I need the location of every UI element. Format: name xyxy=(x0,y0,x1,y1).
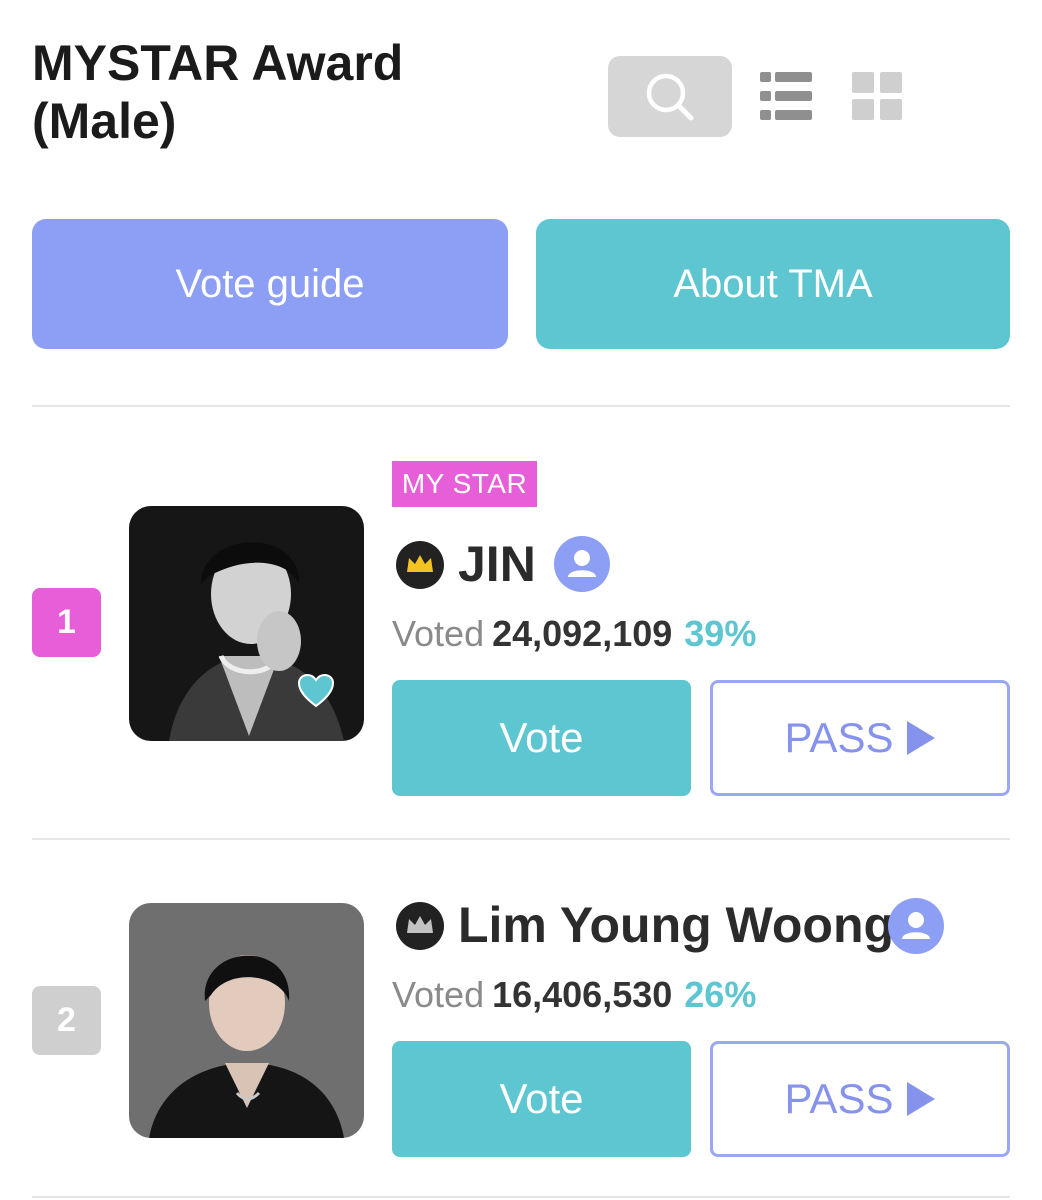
rank-badge: 1 xyxy=(32,588,101,657)
about-tma-button[interactable]: About TMA xyxy=(536,219,1010,349)
list-view-icon[interactable] xyxy=(760,72,812,120)
divider xyxy=(32,405,1010,407)
candidate-photo[interactable] xyxy=(129,903,364,1138)
silver-crown-icon xyxy=(396,902,444,950)
pass-label: PASS xyxy=(784,1075,894,1122)
search-icon xyxy=(646,73,694,120)
vote-guide-button[interactable]: Vote guide xyxy=(32,219,508,349)
vote-percent: 39% xyxy=(684,613,757,654)
grid-view-icon[interactable] xyxy=(852,72,902,120)
pass-label: PASS xyxy=(784,714,894,761)
play-arrow-icon xyxy=(907,1082,936,1116)
heart-icon[interactable] xyxy=(297,673,335,709)
vote-stats: Voted 24,092,109 39% xyxy=(392,612,756,656)
vote-percent: 26% xyxy=(684,974,757,1015)
pass-button[interactable]: PASS xyxy=(710,680,1010,796)
mystar-tag: MY STAR xyxy=(392,461,537,507)
vote-count: 16,406,530 xyxy=(492,974,673,1015)
voted-label: Voted xyxy=(392,974,485,1015)
profile-icon[interactable] xyxy=(554,536,610,592)
candidate-name: Lim Young Woong xyxy=(458,897,895,953)
divider xyxy=(32,838,1010,840)
vote-stats: Voted 16,406,530 26% xyxy=(392,973,756,1017)
search-button[interactable] xyxy=(608,56,732,137)
rank-badge: 2 xyxy=(32,986,101,1055)
divider xyxy=(32,1196,1010,1198)
play-arrow-icon xyxy=(907,721,936,755)
profile-icon[interactable] xyxy=(888,898,944,954)
gold-crown-icon xyxy=(396,541,444,589)
vote-button[interactable]: Vote xyxy=(392,680,691,796)
candidate-name: JIN xyxy=(458,536,536,592)
vote-count: 24,092,109 xyxy=(492,613,673,654)
pass-button[interactable]: PASS xyxy=(710,1041,1010,1157)
vote-button[interactable]: Vote xyxy=(392,1041,691,1157)
page-title: MYSTAR Award (Male) xyxy=(32,35,404,149)
voted-label: Voted xyxy=(392,613,485,654)
